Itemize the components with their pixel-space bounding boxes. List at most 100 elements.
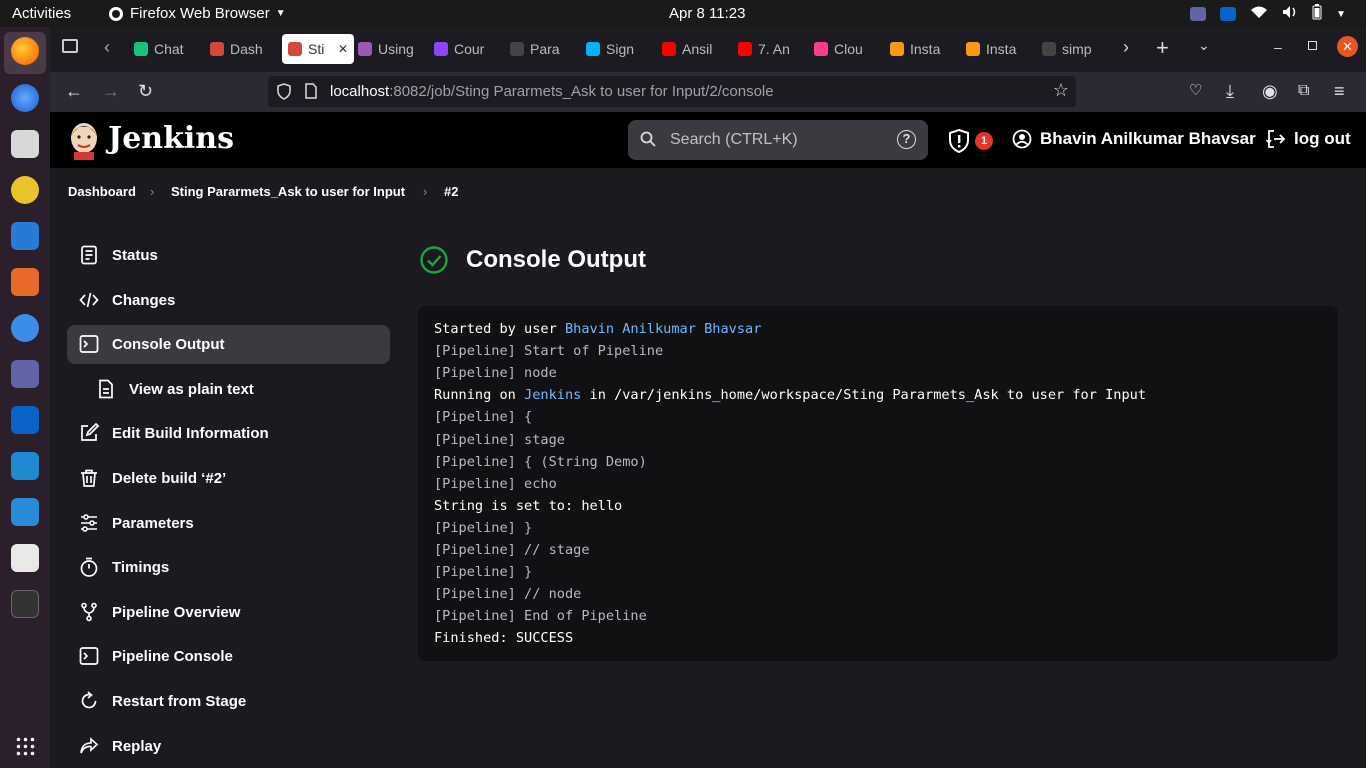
- wifi-icon[interactable]: [1250, 5, 1268, 23]
- app-menu[interactable]: Firefox Web Browser ▼: [108, 5, 286, 22]
- vscode-dock-icon[interactable]: [11, 452, 39, 480]
- tab-scroll-left[interactable]: ‹: [104, 37, 110, 58]
- tab-favicon-icon: [662, 42, 676, 56]
- downloads-icon[interactable]: ⤓: [1226, 81, 1234, 101]
- breadcrumb-job[interactable]: Sting Pararmets_Ask to user for Input: [171, 184, 405, 199]
- console-line: [Pipeline] End of Pipeline: [434, 608, 647, 624]
- software-dock-icon[interactable]: [11, 268, 39, 296]
- search-input[interactable]: Search (CTRL+K) ?: [628, 120, 928, 160]
- firefox-dock-icon[interactable]: [11, 37, 39, 65]
- new-tab-button[interactable]: +: [1156, 35, 1169, 61]
- reload-button[interactable]: ↻: [138, 81, 153, 101]
- console-link[interactable]: Bhavin Anilkumar Bhavsar: [565, 321, 761, 337]
- show-apps-icon[interactable]: [15, 736, 35, 756]
- teams-tray-icon[interactable]: [1190, 7, 1207, 21]
- sidebar-item[interactable]: Replay: [67, 727, 390, 766]
- console-text: [Pipeline] { (String Demo): [434, 453, 647, 470]
- breadcrumb-dashboard[interactable]: Dashboard: [68, 184, 136, 199]
- outlook-dock-icon[interactable]: [11, 406, 39, 434]
- rhythmbox-dock-icon[interactable]: [11, 176, 39, 204]
- sidebar-item[interactable]: Parameters: [67, 504, 390, 543]
- help-icon[interactable]: ?: [897, 130, 916, 149]
- sliders-icon: [79, 513, 99, 533]
- tab[interactable]: simp: [1042, 34, 1108, 64]
- minimize-button[interactable]: –: [1274, 39, 1282, 55]
- shield-icon[interactable]: [277, 83, 291, 104]
- tab[interactable]: Cour: [434, 34, 500, 64]
- activities-button[interactable]: Activities: [12, 5, 71, 22]
- sidebar-item-label: Console Output: [112, 336, 225, 353]
- tab[interactable]: Sti ✕: [282, 34, 354, 64]
- outlook-tray-icon[interactable]: [1220, 7, 1237, 21]
- sidebar-item[interactable]: Status: [67, 236, 390, 275]
- tab[interactable]: 7. An: [738, 34, 804, 64]
- tab[interactable]: Using: [358, 34, 424, 64]
- security-alert-icon[interactable]: [948, 128, 970, 158]
- files-dock-icon[interactable]: [11, 130, 39, 158]
- tab[interactable]: Insta: [890, 34, 956, 64]
- jenkins-title[interactable]: Jenkins: [108, 121, 234, 156]
- sidebar-item[interactable]: Pipeline Console: [67, 637, 390, 676]
- pocket-icon[interactable]: ♡: [1189, 81, 1202, 101]
- help-dock-icon[interactable]: [11, 314, 39, 342]
- terminal-dock-icon[interactable]: [11, 590, 39, 618]
- tab[interactable]: Sign: [586, 34, 652, 64]
- url-bar[interactable]: localhost:8082/job/Sting Pararmets_Ask t…: [268, 76, 1076, 107]
- tab-overview-icon[interactable]: [62, 39, 78, 53]
- close-tab-icon[interactable]: ✕: [338, 42, 348, 56]
- console-line: [Pipeline] // node: [434, 586, 581, 602]
- chevron-down-icon[interactable]: ▼: [1336, 9, 1346, 20]
- menu-icon[interactable]: ≡: [1334, 81, 1345, 101]
- extensions-icon[interactable]: ⧉: [1298, 81, 1309, 101]
- tab-favicon-icon: [434, 42, 448, 56]
- sidebar-item[interactable]: Pipeline Overview: [67, 593, 390, 632]
- list-tabs-button[interactable]: ⌄: [1198, 37, 1210, 54]
- console-line: [Pipeline] stage: [434, 432, 565, 448]
- kodekloud-dock-icon[interactable]: [11, 498, 39, 526]
- battery-icon[interactable]: [1312, 4, 1322, 24]
- thunderbird-dock-icon[interactable]: [11, 84, 39, 112]
- jenkins-logo-icon[interactable]: [68, 120, 100, 165]
- sidebar-item[interactable]: Edit Build Information: [67, 414, 390, 453]
- tab[interactable]: Clou: [814, 34, 880, 64]
- tab[interactable]: Chat: [134, 34, 200, 64]
- sidebar-item[interactable]: Delete build ‘#2’: [67, 459, 390, 498]
- branch-icon: [79, 602, 99, 622]
- breadcrumb-build[interactable]: #2: [444, 184, 458, 199]
- replay-icon: [79, 736, 99, 756]
- back-button[interactable]: ←: [65, 81, 83, 101]
- sidebar-item[interactable]: Console Output: [67, 325, 390, 364]
- maximize-button[interactable]: [1308, 41, 1317, 50]
- teams-dock-icon[interactable]: [11, 360, 39, 388]
- tab-favicon-icon: [210, 42, 224, 56]
- bookmark-star-icon[interactable]: ☆: [1053, 80, 1069, 101]
- user-menu[interactable]: Bhavin Anilkumar Bhavsar ⌄: [1012, 129, 1274, 149]
- document-icon: [79, 245, 99, 265]
- sidebar-item[interactable]: Restart from Stage: [67, 682, 390, 721]
- volume-icon[interactable]: [1282, 5, 1298, 23]
- alert-count-badge[interactable]: 1: [975, 132, 993, 150]
- console-link[interactable]: Jenkins: [524, 387, 581, 403]
- tab[interactable]: Insta: [966, 34, 1032, 64]
- sidebar-item[interactable]: Changes: [67, 281, 390, 320]
- system-tray[interactable]: ▼: [1190, 4, 1346, 24]
- tab-label: Para: [530, 41, 560, 57]
- forward-button[interactable]: →: [102, 81, 120, 101]
- clock[interactable]: Apr 8 11:23: [669, 5, 745, 22]
- tab[interactable]: Para: [510, 34, 576, 64]
- sidebar-item[interactable]: View as plain text: [67, 370, 390, 409]
- url-text[interactable]: localhost:8082/job/Sting Pararmets_Ask t…: [330, 83, 774, 100]
- page-icon[interactable]: [305, 83, 317, 103]
- text-editor-dock-icon[interactable]: [11, 544, 39, 572]
- tab-scroll-right[interactable]: ›: [1123, 37, 1129, 58]
- writer-dock-icon[interactable]: [11, 222, 39, 250]
- console-line: [Pipeline] node: [434, 365, 557, 381]
- logout-button[interactable]: log out: [1266, 129, 1351, 149]
- tab[interactable]: Ansil: [662, 34, 728, 64]
- tab-label: Insta: [910, 41, 941, 57]
- edit-icon: [79, 422, 100, 443]
- close-window-button[interactable]: ✕: [1337, 36, 1358, 57]
- account-icon[interactable]: ◉: [1262, 81, 1278, 101]
- tab[interactable]: Dash: [210, 34, 276, 64]
- sidebar-item[interactable]: Timings: [67, 548, 390, 587]
